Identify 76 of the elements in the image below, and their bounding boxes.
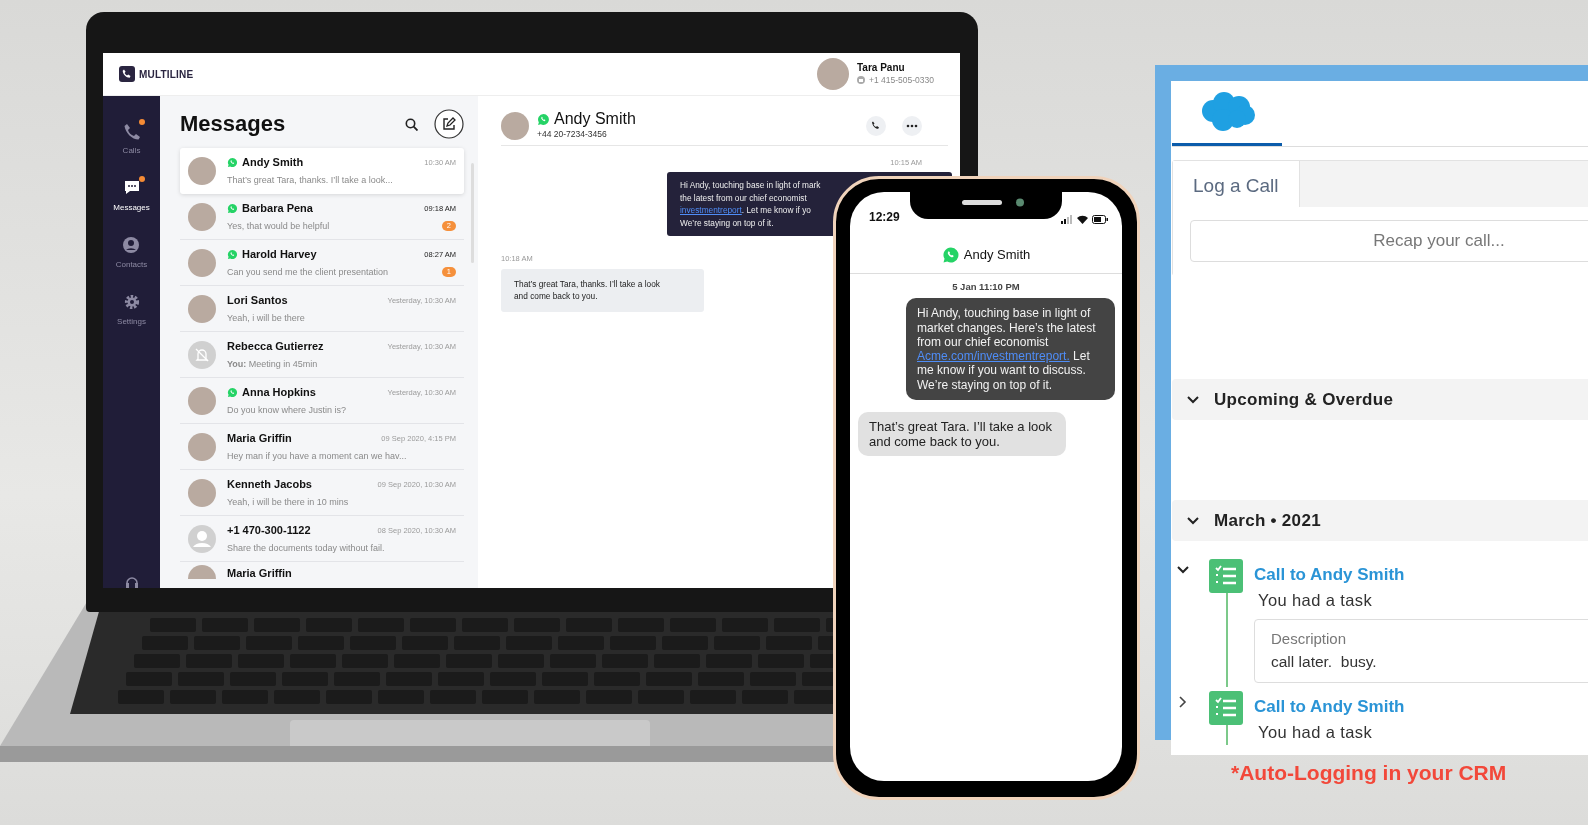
muted-bell-avatar	[188, 340, 216, 369]
conversation-row[interactable]: Maria Griffin	[180, 562, 464, 583]
more-button[interactable]	[902, 115, 922, 136]
headset-icon[interactable]	[124, 576, 139, 588]
task-list-icon	[1209, 691, 1243, 725]
contact-name: Maria Griffin	[227, 566, 292, 581]
phone-logo-icon	[119, 66, 135, 82]
message-preview: Yeah, i will be there in 10 mins	[227, 495, 349, 509]
photo-placeholder	[188, 202, 216, 231]
photo-placeholder	[817, 58, 849, 90]
status-time: 12:29	[869, 209, 900, 226]
section-header[interactable]: Upcoming & Overdue	[1172, 379, 1588, 420]
person-avatar	[188, 524, 216, 553]
contact-name: Rebecca Gutierrez	[227, 339, 324, 354]
photo-placeholder	[188, 565, 216, 579]
message-bubble: That’s great Tara, thanks. I’ll take a look and come back to you.	[501, 268, 704, 312]
nav-item[interactable]: Contacts	[115, 236, 148, 271]
description-label: Description	[1271, 628, 1348, 649]
message-preview: Do you know where Justin is?	[227, 403, 347, 417]
contact-name: Barbara Pena	[242, 201, 313, 216]
recap-field[interactable]: Recap your call...	[1190, 220, 1588, 262]
contact-name: Kenneth Jacobs	[227, 477, 312, 492]
wifi-icon	[1077, 215, 1088, 224]
user-phone: +1 415-505-0330	[869, 73, 934, 87]
chat-contact-name: Andy Smith	[554, 110, 636, 129]
nav-item[interactable]: Calls	[122, 122, 141, 157]
photo-placeholder	[188, 432, 216, 461]
message-date: 5 Jan 11:10 PM	[951, 280, 1021, 294]
link[interactable]: investmentreport	[680, 205, 742, 216]
phone-icon	[122, 122, 141, 140]
battery-icon	[1092, 215, 1108, 224]
message-bubble: Hi Andy, touching base in light of market changes. Here’s the latest from our chief economist Acme.com/investmentreport. Let me know if you want to discuss. We’re staying on top of it.	[906, 298, 1115, 401]
photo-placeholder	[501, 111, 529, 140]
contact-name: +1 470-300-1122	[227, 523, 311, 538]
message-preview: Yes, that would be helpful	[227, 219, 330, 233]
photo-placeholder	[188, 386, 216, 415]
message-preview: Yeah, i will be there	[227, 311, 305, 325]
user-name: Tara Panu	[857, 61, 906, 74]
message-preview: That’s great Tara, thanks. I’ll take a look...	[227, 173, 393, 187]
chat-bubble-icon	[122, 179, 141, 197]
gear-icon	[122, 293, 141, 311]
contact-name: Anna Hopkins	[242, 385, 316, 400]
chat-contact-phone: +44 20-7234-3456	[537, 128, 608, 141]
nav-item[interactable]: Messages	[113, 179, 150, 214]
contact-name: Lori Santos	[227, 293, 288, 308]
message-bubble: That’s great Tara. I’ll take a look and come back to you.	[858, 412, 1066, 457]
phone-bubble-icon	[941, 245, 960, 264]
task-list-icon	[1209, 559, 1243, 593]
photo-placeholder	[188, 478, 216, 507]
chat-contact-name: Andy Smith	[963, 245, 1031, 264]
nav-item[interactable]: Settings	[117, 293, 146, 328]
message-preview: Can you send me the client presentation	[227, 265, 389, 279]
photo-placeholder	[188, 294, 216, 323]
contact-name: Maria Griffin	[227, 431, 292, 446]
brand-name: MULTILINE	[139, 67, 194, 82]
list-title: Messages	[180, 110, 286, 138]
timeline-line	[1226, 725, 1228, 745]
briefcase-icon	[857, 76, 865, 84]
caption: *Auto-Logging in your CRM	[1231, 760, 1507, 786]
message-preview: You: Meeting in 45min	[227, 357, 318, 371]
photo-placeholder	[188, 248, 216, 277]
contact-name: Andy Smith	[242, 155, 304, 170]
call-button[interactable]	[866, 115, 886, 136]
message-preview: Share the documents today without fail.	[227, 541, 385, 555]
compose-button[interactable]	[434, 109, 464, 139]
signal-icon	[1061, 215, 1073, 224]
description-text: call later. busy.	[1271, 652, 1378, 673]
photo-placeholder	[188, 156, 216, 185]
message-preview: Hey man if you have a moment can we hav...	[227, 449, 407, 463]
tab[interactable]: Log a Call	[1173, 161, 1300, 207]
task-subtitle: You had a task	[1257, 722, 1374, 743]
contact-name: Harold Harvey	[242, 247, 317, 262]
person-icon	[122, 236, 141, 254]
section-header[interactable]: March • 2021	[1172, 500, 1588, 541]
task-subtitle: You had a task	[1257, 590, 1374, 611]
search-icon[interactable]	[405, 117, 418, 131]
